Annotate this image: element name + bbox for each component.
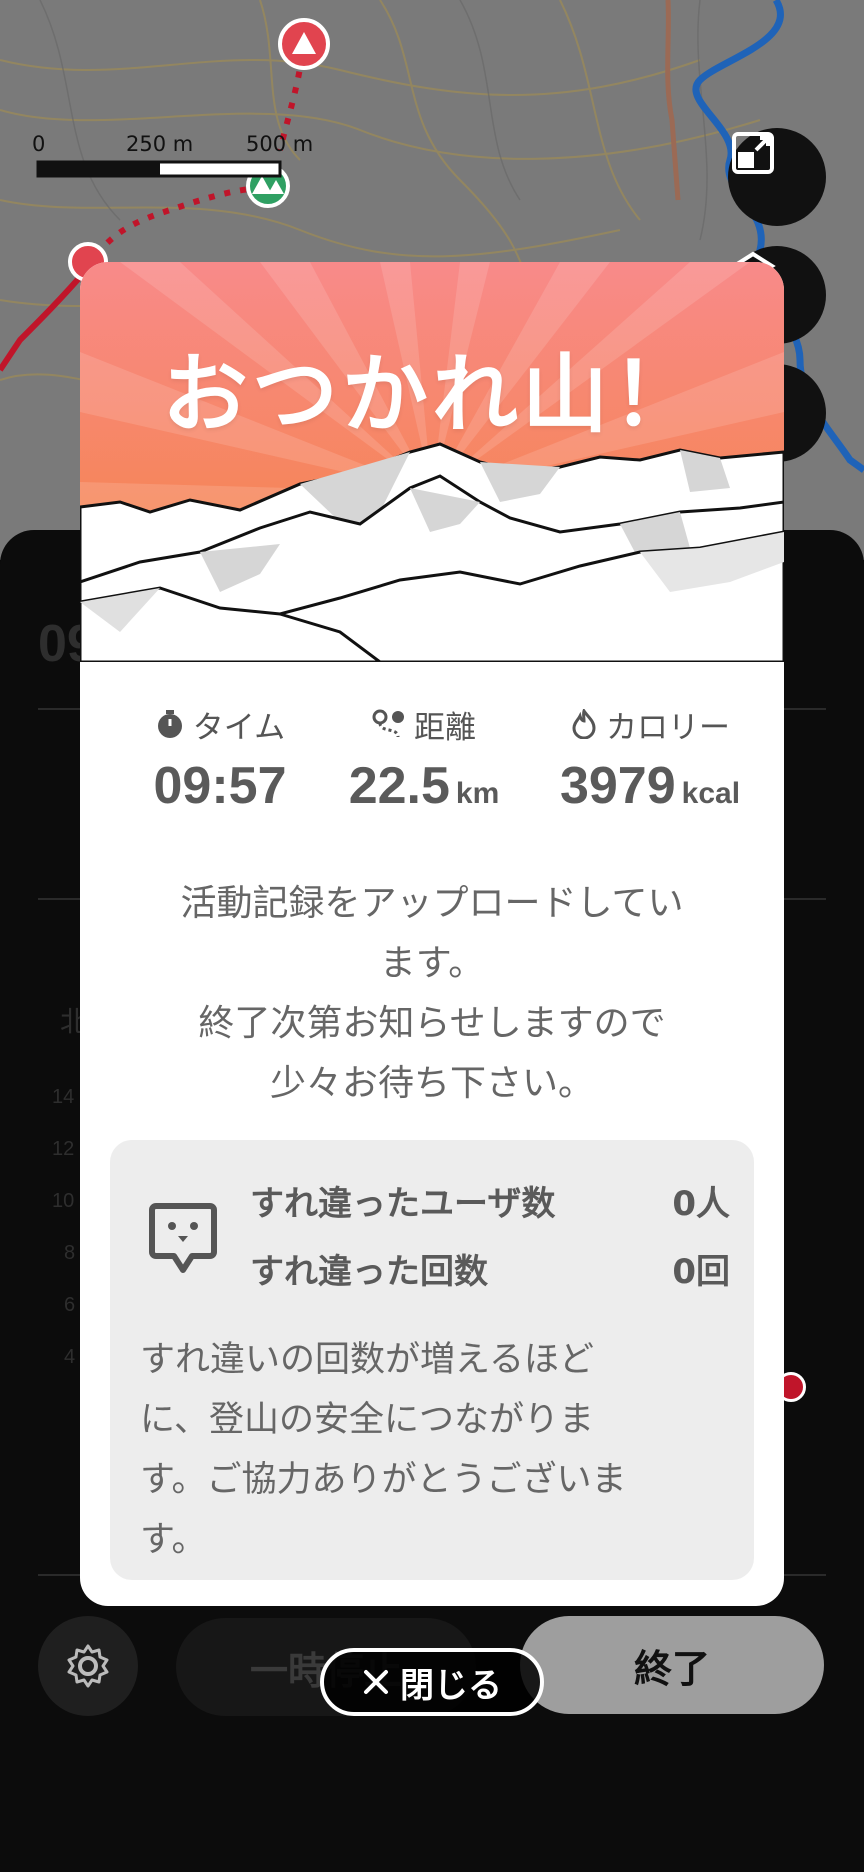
close-button-label: 閉じる: [400, 1665, 502, 1706]
passing-face-icon: [149, 1203, 217, 1273]
message-line: ます。: [379, 943, 485, 984]
stat-distance-unit: km: [455, 777, 500, 810]
dialog-title: おつかれ山！: [162, 345, 702, 445]
passing-users-value: 0人: [672, 1184, 730, 1224]
gear-icon: [67, 1644, 109, 1688]
upload-message: 活動記録をアップロードしてい ます。 終了次第お知らせしますので 少々お待ち下さ…: [120, 874, 744, 1114]
passing-count-value: 0回: [672, 1252, 730, 1292]
stat-calories-label: カロリー: [606, 709, 730, 746]
elevation-tick: 8: [64, 1242, 76, 1264]
mountain-illustration: [80, 262, 784, 662]
stat-calories-value: 3979: [559, 757, 676, 815]
settings-button[interactable]: [38, 1616, 138, 1716]
stat-distance: 距離 22.5 km: [324, 702, 524, 816]
stat-distance-value: 22.5: [348, 757, 450, 815]
stat-time-value: 09:57: [153, 757, 287, 815]
stat-time-label: タイム: [192, 709, 286, 746]
map-scale-labels: 0 250 m 500 m: [30, 132, 320, 158]
stat-time: タイム 09:57: [120, 702, 320, 816]
note-line: すれ違いの回数が増えるほど: [140, 1340, 594, 1380]
flame-icon: [572, 709, 596, 739]
scale-label-500: 500 m: [246, 132, 314, 156]
message-line: 活動記録をアップロードしてい: [180, 883, 684, 924]
stat-calories-unit: kcal: [681, 777, 741, 810]
map-expand-button[interactable]: [728, 128, 826, 226]
passing-count-label: すれ違った回数: [250, 1252, 488, 1292]
hero-banner: おつかれ山！: [80, 262, 784, 662]
completion-dialog: おつかれ山！ タイム 09:57 距離 22.5 km カロリー 3979 kc…: [80, 262, 784, 1606]
message-line: 少々お待ち下さい。: [269, 1063, 594, 1104]
elevation-tick: 4: [64, 1346, 76, 1368]
note-line: す。ご協力ありがとうございま: [140, 1460, 627, 1500]
scale-label-250: 250 m: [126, 132, 194, 156]
end-button[interactable]: 終了: [520, 1616, 824, 1714]
passing-info-box: すれ違ったユーザ数 0人 すれ違った回数 0回 すれ違いの回数が増えるほど に、…: [110, 1140, 754, 1580]
stat-calories: カロリー 3979 kcal: [530, 702, 770, 816]
elevation-tick: 6: [64, 1294, 76, 1316]
note-line: す。: [140, 1520, 207, 1560]
passing-users-label: すれ違ったユーザ数: [250, 1184, 556, 1224]
stat-distance-label: 距離: [414, 709, 476, 746]
close-icon: [364, 1670, 388, 1694]
activity-stats: タイム 09:57 距離 22.5 km カロリー 3979 kcal: [80, 702, 784, 822]
elevation-tick: 12: [52, 1138, 75, 1160]
expand-icon: [732, 132, 774, 174]
note-line: に、登山の安全につながりま: [140, 1400, 594, 1440]
close-button[interactable]: 閉じる: [320, 1648, 544, 1716]
elevation-tick: 10: [52, 1190, 75, 1212]
stopwatch-icon: [157, 710, 182, 738]
passing-users-row: すれ違ったユーザ数 0人: [250, 1176, 730, 1226]
message-line: 終了次第お知らせしますので: [198, 1003, 666, 1044]
elevation-tick: 14: [52, 1086, 75, 1108]
passing-note: すれ違いの回数が増えるほど に、登山の安全につながりま す。ご協力ありがとうござ…: [140, 1330, 730, 1570]
scale-label-0: 0: [32, 132, 46, 156]
screen: 0 250 m 500 m 09 北 14 12 10 8 6 4 終了 おつか…: [0, 0, 864, 1872]
route-icon: [372, 709, 404, 738]
passing-count-row: すれ違った回数 0回: [250, 1244, 730, 1294]
